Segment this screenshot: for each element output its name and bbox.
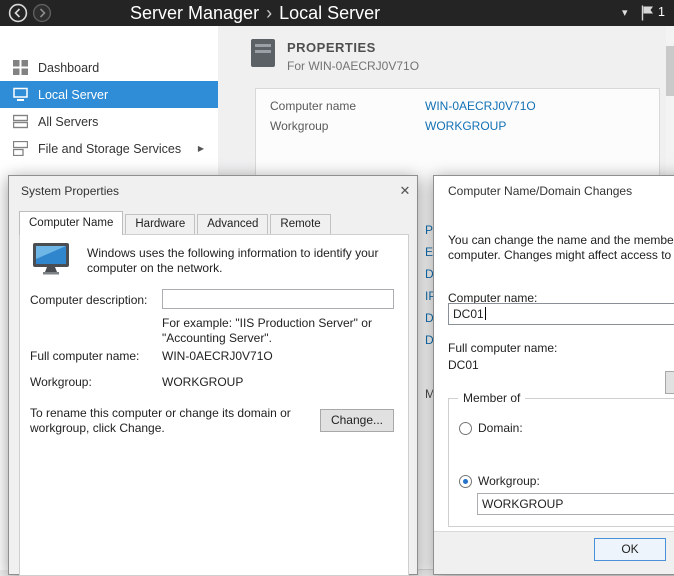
back-icon[interactable]: [8, 3, 28, 23]
properties-heading: PROPERTIES: [287, 40, 376, 55]
sidebar-item-local-server[interactable]: Local Server: [0, 81, 218, 108]
servers-stack-icon: [13, 114, 28, 129]
properties-server-icon: [248, 38, 278, 71]
forward-icon[interactable]: [32, 3, 52, 23]
example-text-line1: For example: "IIS Production Server" or: [162, 316, 372, 330]
sidebar-item-label: Local Server: [38, 88, 108, 102]
sidebar-item-label: Dashboard: [38, 61, 99, 75]
scrollbar-thumb[interactable]: [666, 46, 674, 96]
workgroup-link[interactable]: WORKGROUP: [425, 119, 506, 133]
computer-description-label: Computer description:: [30, 293, 147, 307]
breadcrumb-root[interactable]: Server Manager: [130, 3, 259, 23]
change-button[interactable]: Change...: [320, 409, 394, 432]
radio-selected-dot: [463, 479, 468, 484]
expand-arrow-icon[interactable]: ▶: [198, 144, 204, 153]
intro-text: Windows uses the following information t…: [87, 246, 392, 276]
sidebar-item-dashboard[interactable]: Dashboard: [0, 54, 218, 81]
computer-name-link[interactable]: WIN-0AECRJ0V71O: [425, 99, 536, 113]
workgroup-radio[interactable]: [459, 475, 472, 488]
dialog-title[interactable]: Computer Name/Domain Changes: [448, 184, 632, 198]
dialog-footer: OK Cancel: [434, 531, 674, 575]
tab-advanced[interactable]: Advanced: [197, 214, 268, 234]
properties-subheading: For WIN-0AECRJ0V71O: [287, 59, 419, 73]
full-computer-name-label: Full computer name:: [30, 349, 139, 363]
sidebar-item-all-servers[interactable]: All Servers: [0, 108, 218, 135]
breadcrumb-current[interactable]: Local Server: [279, 3, 380, 23]
text-caret: [485, 307, 486, 320]
workgroup-label: Workgroup:: [30, 375, 92, 389]
rename-text-line2: workgroup, click Change.: [30, 421, 165, 435]
server-icon: [13, 87, 28, 102]
intro-text-line2: computer. Changes might affect access to…: [448, 248, 674, 262]
file-storage-icon: [13, 141, 28, 156]
breadcrumb-separator: ›: [259, 3, 279, 23]
ok-button[interactable]: OK: [594, 538, 666, 561]
chevron-down-icon[interactable]: ▾: [622, 6, 628, 19]
member-of-groupbox: Member of Domain: Workgroup: WORKGROUP: [448, 398, 674, 527]
topbar: Server Manager›Local Server ▾ 1: [0, 0, 674, 26]
system-properties-dialog: System Properties ✕ Computer Name Hardwa…: [8, 175, 418, 575]
monitor-icon: [32, 242, 70, 278]
property-label: Computer name: [270, 99, 356, 113]
domain-radio-label[interactable]: Domain:: [478, 421, 523, 435]
dialog-title[interactable]: System Properties: [21, 184, 119, 198]
workgroup-value: WORKGROUP: [162, 375, 243, 389]
dashboard-icon: [13, 60, 28, 75]
tab-computer-name[interactable]: Computer Name: [19, 211, 123, 235]
workgroup-input[interactable]: WORKGROUP: [477, 493, 674, 515]
close-icon[interactable]: ✕: [393, 180, 417, 202]
property-label: Workgroup: [270, 119, 328, 133]
domain-radio[interactable]: [459, 422, 472, 435]
intro-text-line1: You can change the name and the membersh…: [448, 233, 674, 247]
example-text-line2: "Accounting Server".: [162, 331, 272, 345]
tab-hardware[interactable]: Hardware: [125, 214, 195, 234]
full-computer-name-value: DC01: [448, 358, 479, 372]
member-of-label: Member of: [458, 391, 525, 405]
computer-name-tab-page: Windows uses the following information t…: [19, 234, 409, 576]
notification-flag-icon[interactable]: [641, 5, 654, 24]
workgroup-radio-label[interactable]: Workgroup:: [478, 474, 540, 488]
sidebar-item-label: All Servers: [38, 115, 98, 129]
more-button[interactable]: More...: [665, 371, 674, 394]
full-computer-name-value: WIN-0AECRJ0V71O: [162, 349, 273, 363]
tab-remote[interactable]: Remote: [270, 214, 330, 234]
full-computer-name-label: Full computer name:: [448, 341, 557, 355]
breadcrumb: Server Manager›Local Server: [130, 0, 380, 26]
computer-name-input-value: DC01: [453, 307, 484, 321]
sidebar-item-file-storage-services[interactable]: File and Storage Services ▶: [0, 135, 218, 162]
notification-count[interactable]: 1: [658, 5, 665, 19]
computer-description-input[interactable]: [162, 289, 394, 309]
rename-text-line1: To rename this computer or change its do…: [30, 406, 291, 420]
tab-strip: Computer Name Hardware Advanced Remote: [19, 211, 333, 234]
computer-name-input[interactable]: DC01: [448, 303, 674, 325]
name-domain-changes-dialog: Computer Name/Domain Changes You can cha…: [433, 175, 674, 575]
sidebar-item-label: File and Storage Services: [38, 142, 181, 156]
